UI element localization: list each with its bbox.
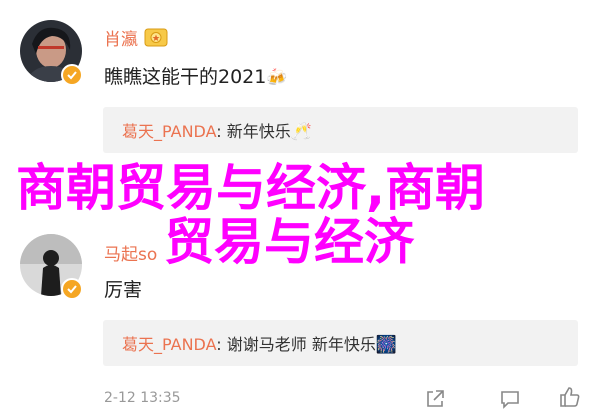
reply-text: 新年快乐	[226, 122, 291, 141]
username-comment-2[interactable]: 马起so	[104, 240, 157, 265]
comment-text-1: 瞧瞧这能干的2021🍻	[104, 62, 288, 89]
comment-icon[interactable]	[497, 387, 523, 411]
username-label[interactable]: 肖瀛	[104, 30, 138, 50]
reply-username[interactable]: 葛天_PANDA	[122, 335, 216, 354]
overlay-title-line-1: 商朝贸易与经济,商朝	[16, 159, 485, 217]
reply-box-1[interactable]: 葛天_PANDA: 新年快乐🥂	[103, 107, 578, 153]
reply-text: 谢谢马老师 新年快乐	[226, 335, 376, 354]
comment-body: 瞧瞧这能干的2021	[104, 66, 267, 88]
overlay-title-line-2: 贸易与经济	[164, 213, 414, 271]
reply-separator: :	[216, 122, 227, 141]
comment-body: 厉害	[104, 279, 143, 301]
cheers-emoji: 🥂	[290, 122, 312, 142]
fireworks-emoji: 🎆	[375, 335, 397, 355]
beer-emoji: 🍻	[266, 68, 288, 88]
reply-username[interactable]: 葛天_PANDA	[122, 122, 216, 141]
verified-badge-icon	[61, 278, 83, 300]
share-icon[interactable]	[422, 387, 448, 411]
like-icon[interactable]	[557, 385, 583, 409]
verified-badge-icon	[61, 64, 83, 86]
reply-separator: :	[216, 335, 227, 354]
reply-line: 葛天_PANDA: 新年快乐🥂	[122, 118, 312, 142]
comment-text-2: 厉害	[104, 275, 142, 302]
reply-line: 葛天_PANDA: 谢谢马老师 新年快乐🎆	[122, 331, 397, 355]
reply-box-2[interactable]: 葛天_PANDA: 谢谢马老师 新年快乐🎆	[103, 320, 578, 366]
comment-timestamp: 2-12 13:35	[104, 390, 181, 406]
username-comment-1[interactable]: 肖瀛	[104, 25, 168, 50]
username-label[interactable]: 马起so	[104, 245, 157, 265]
medal-icon	[144, 28, 168, 47]
